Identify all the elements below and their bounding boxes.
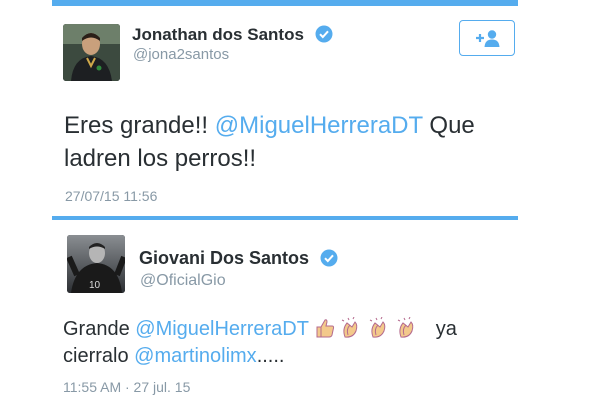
mention-link[interactable]: @martinolimx (134, 345, 257, 367)
jersey-number: 10 (89, 280, 101, 291)
follow-button[interactable] (459, 20, 515, 56)
display-name-text: Jonathan dos Santos (132, 25, 304, 44)
clapping-hands-icon (368, 316, 392, 345)
avatar[interactable] (63, 24, 120, 81)
tweet-body-line-2: ladren los perros!! (64, 145, 257, 172)
display-name-text: Giovani Dos Santos (139, 248, 310, 268)
tweet-text: Grande (63, 318, 136, 340)
tweet-body-line-2: cierralo @martinolimx..... (63, 345, 284, 368)
mention-link[interactable]: @MiguelHerreraDT (215, 112, 423, 139)
avatar[interactable]: 10 (67, 235, 125, 293)
user-handle[interactable]: @jona2santos (133, 46, 229, 63)
tweet-timestamp[interactable]: 27/07/15 11:56 (65, 188, 157, 204)
mention-link[interactable]: @MiguelHerreraDT (135, 318, 308, 340)
tweet-card-2: 10 Giovani Dos Santos @OficialGio Grande… (52, 221, 518, 400)
display-name[interactable]: Giovani Dos Santos (139, 248, 338, 269)
avatar-photo-icon (63, 24, 120, 81)
display-name[interactable]: Jonathan dos Santos (132, 25, 333, 45)
tweet-text: cierralo (63, 345, 135, 367)
tweet-divider (52, 216, 518, 220)
tweet-card-1: Jonathan dos Santos @jona2santos Eres gr… (52, 6, 518, 216)
tweet-text: ..... (256, 345, 285, 367)
tweet-text: ya (435, 318, 457, 340)
tweet-timestamp[interactable]: 11:55 AM · 27 jul. 15 (63, 379, 190, 395)
verified-badge-icon (315, 25, 333, 43)
tweet-body: Eres grande!! @MiguelHerreraDT Que (64, 112, 475, 140)
avatar-photo-icon: 10 (67, 235, 125, 293)
tweet-text: Eres grande!! (64, 112, 215, 139)
tweet-body: Grande @MiguelHerreraDT ya (63, 316, 457, 345)
user-handle[interactable]: @OficialGio (140, 272, 226, 290)
verified-badge-icon (320, 249, 338, 267)
clapping-hands-icon (396, 316, 420, 345)
thumbs-up-icon (314, 317, 336, 345)
add-user-icon (476, 30, 500, 47)
tweet-screenshot: Jonathan dos Santos @jona2santos Eres gr… (0, 0, 600, 400)
clapping-hands-icon (340, 316, 364, 345)
tweet-text: Que (422, 112, 475, 139)
